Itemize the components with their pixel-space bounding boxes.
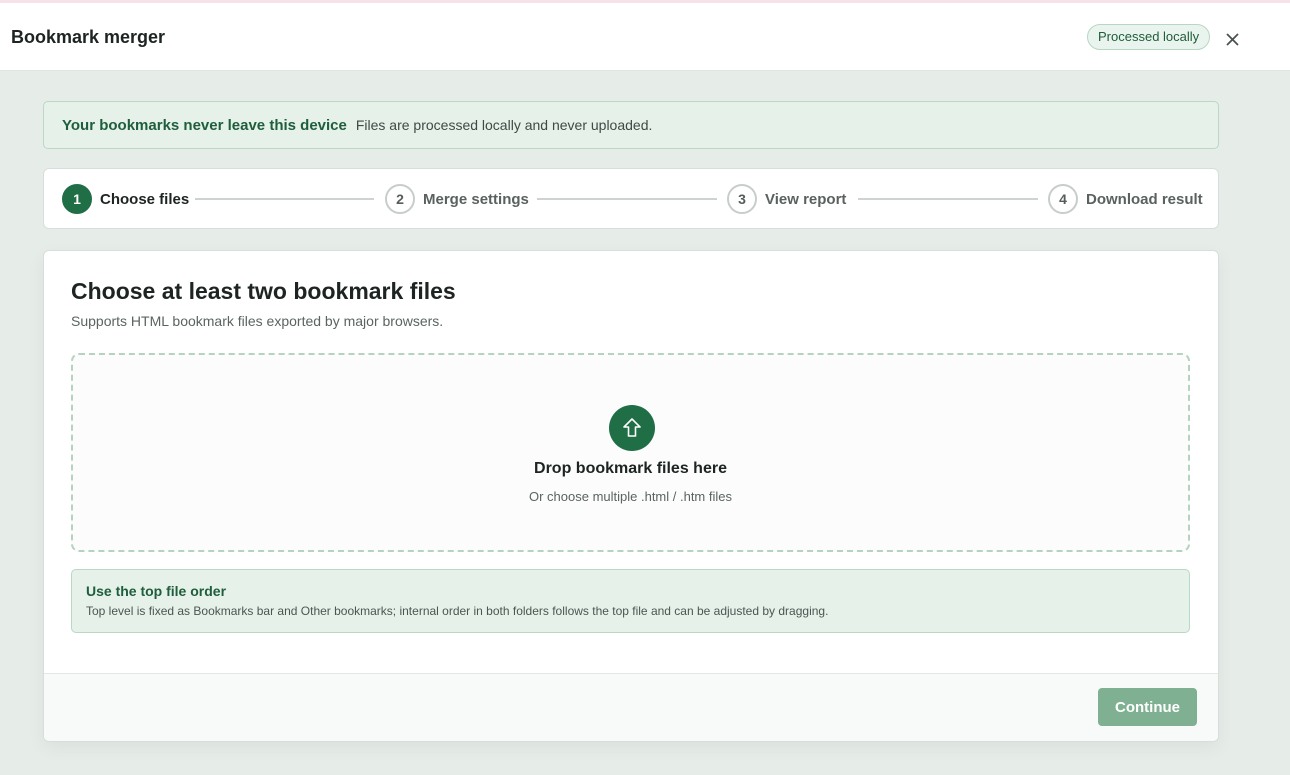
step-connector xyxy=(537,198,717,200)
step-connector xyxy=(858,198,1038,200)
continue-button[interactable]: Continue xyxy=(1098,688,1197,726)
file-dropzone[interactable]: Drop bookmark files here Or choose multi… xyxy=(71,353,1190,552)
close-icon xyxy=(1226,33,1239,46)
step-download-result[interactable]: 4 Download result xyxy=(1048,184,1203,214)
app-header: Bookmark merger Processed locally xyxy=(0,3,1290,71)
dropzone-title: Drop bookmark files here xyxy=(534,460,727,477)
privacy-notice: Your bookmarks never leave this device F… xyxy=(43,101,1219,149)
processed-locally-badge: Processed locally xyxy=(1087,24,1211,50)
step-number: 1 xyxy=(62,184,92,214)
step-connector xyxy=(195,198,374,200)
card-title: Choose at least two bookmark files xyxy=(71,278,456,304)
notice-text: Files are processed locally and never up… xyxy=(355,117,653,133)
app-title: Bookmark merger xyxy=(11,27,166,47)
info-text: Top level is fixed as Bookmarks bar and … xyxy=(86,604,829,618)
step-label: Merge settings xyxy=(423,190,529,208)
step-number: 2 xyxy=(385,184,415,214)
close-button[interactable] xyxy=(1222,28,1244,50)
file-order-info: Use the top file order Top level is fixe… xyxy=(71,569,1190,633)
dropzone-subtitle: Or choose multiple .html / .htm files xyxy=(528,489,732,504)
upload-arrow-icon xyxy=(609,405,655,451)
choose-files-card: Choose at least two bookmark files Suppo… xyxy=(43,250,1219,742)
step-label: Choose files xyxy=(100,190,190,208)
step-label: View report xyxy=(765,190,847,208)
card-footer: Continue xyxy=(44,673,1218,741)
step-number: 4 xyxy=(1048,184,1078,214)
step-view-report[interactable]: 3 View report xyxy=(727,184,846,214)
step-number: 3 xyxy=(727,184,757,214)
card-subtitle: Supports HTML bookmark files exported by… xyxy=(71,313,444,329)
stepper: 1 Choose files 2 Merge settings 3 View r… xyxy=(43,168,1219,229)
info-title: Use the top file order xyxy=(86,583,227,599)
notice-title: Your bookmarks never leave this device xyxy=(62,116,347,134)
step-choose-files[interactable]: 1 Choose files xyxy=(62,184,189,214)
step-label: Download result xyxy=(1086,190,1203,208)
step-merge-settings[interactable]: 2 Merge settings xyxy=(385,184,529,214)
